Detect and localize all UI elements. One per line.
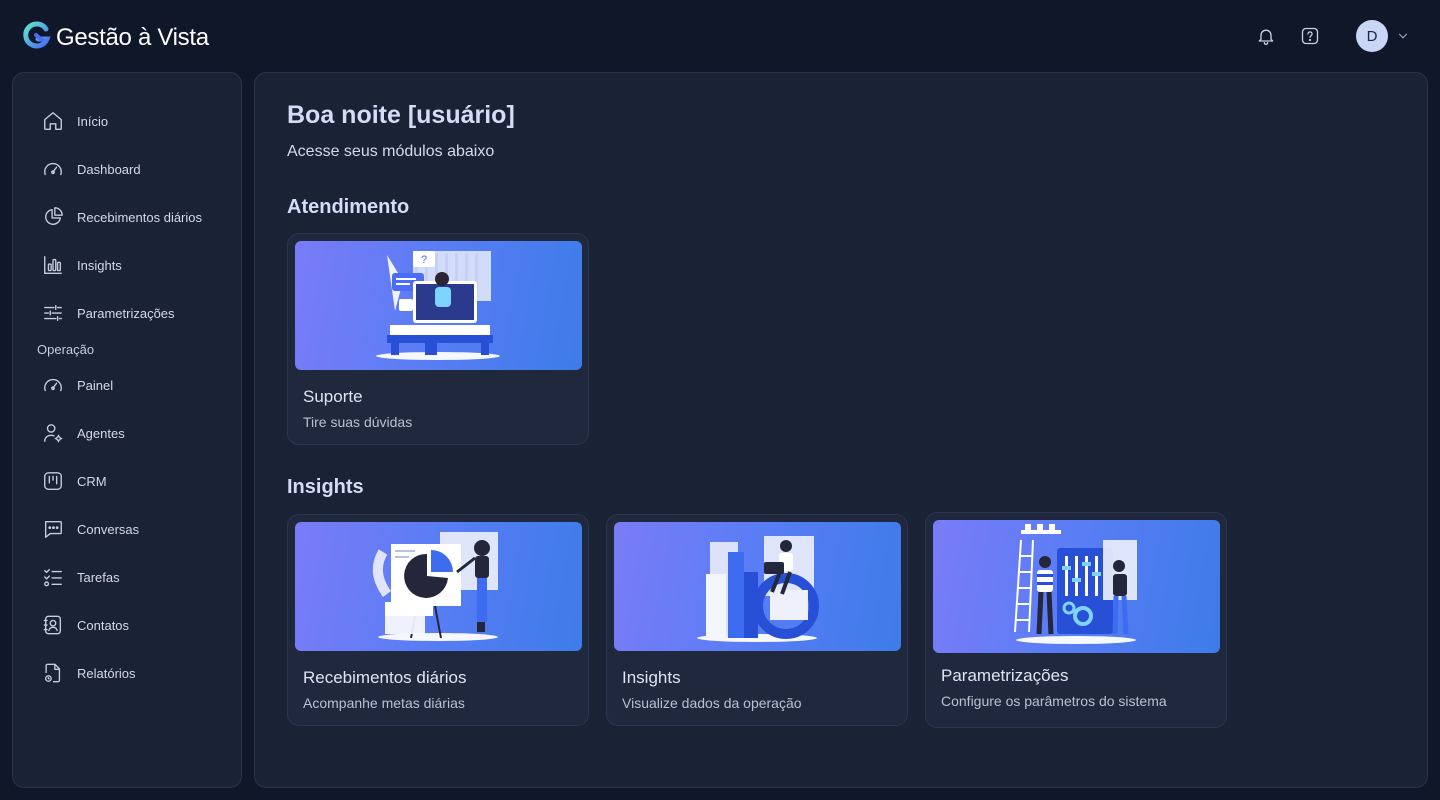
gauge-icon [41, 373, 65, 397]
sidebar-item-contatos[interactable]: Contatos [13, 601, 241, 649]
configuration-illustration [933, 520, 1220, 653]
page-subtitle: Acesse seus módulos abaixo [287, 143, 495, 160]
section-title-atendimento: Atendimento [287, 196, 410, 218]
help-icon[interactable] [1294, 20, 1326, 52]
module-card-recebimentos[interactable]: Recebimentos diários Acompanhe metas diá… [287, 514, 589, 726]
logo-icon [22, 20, 52, 55]
app-logo[interactable]: Gestão à Vista [22, 20, 209, 55]
sidebar-item-crm[interactable]: CRM [13, 457, 241, 505]
svg-text:?: ? [421, 254, 427, 266]
sidebar-item-agentes[interactable]: Agentes [13, 409, 241, 457]
report-icon [41, 661, 65, 685]
sidebar-item-relatorios[interactable]: Relatórios [13, 649, 241, 697]
module-card-suporte[interactable]: ? Suporte Tire suas dúvidas [287, 233, 589, 445]
card-description: Tire suas dúvidas [303, 414, 413, 430]
chat-icon [41, 517, 65, 541]
home-icon [41, 109, 65, 133]
chevron-down-icon[interactable] [1396, 29, 1410, 43]
card-description: Configure os parâmetros do sistema [941, 693, 1167, 709]
card-description: Acompanhe metas diárias [303, 695, 465, 711]
sidebar-item-insights[interactable]: Insights [13, 241, 241, 289]
pie-chart-presentation-illustration [295, 522, 582, 651]
card-title: Parametrizações [941, 666, 1069, 685]
contacts-icon [41, 613, 65, 637]
card-title: Recebimentos diários [303, 668, 467, 687]
sidebar-item-recebimentos[interactable]: Recebimentos diários [13, 193, 241, 241]
module-card-parametrizacoes[interactable]: Parametrizações Configure os parâmetros … [925, 512, 1227, 728]
support-illustration: ? [295, 241, 582, 370]
sidebar-item-tarefas[interactable]: Tarefas [13, 553, 241, 601]
notifications-bell-icon[interactable] [1250, 20, 1282, 52]
sidebar-item-painel[interactable]: Painel [13, 361, 241, 409]
sidebar-item-inicio[interactable]: Início [13, 97, 241, 145]
user-gear-icon [41, 421, 65, 445]
sidebar-item-label: Conversas [77, 521, 140, 537]
card-description: Visualize dados da operação [622, 695, 802, 711]
main-content: Boa noite [usuário] Acesse seus módulos … [254, 72, 1428, 788]
kanban-icon [41, 469, 65, 493]
app-name: Gestão à Vista [56, 23, 209, 51]
sidebar: Início Dashboard Recebimentos diários In… [12, 72, 242, 788]
user-avatar[interactable]: D [1356, 20, 1388, 52]
sidebar-item-label: Insights [77, 257, 122, 273]
gauge-icon [41, 157, 65, 181]
sidebar-item-label: CRM [77, 473, 107, 489]
sidebar-item-conversas[interactable]: Conversas [13, 505, 241, 553]
bar-chart-icon [41, 253, 65, 277]
sidebar-item-label: Agentes [77, 425, 125, 441]
sidebar-item-label: Início [77, 113, 109, 129]
card-title: Suporte [303, 387, 363, 406]
pie-chart-icon [41, 205, 65, 229]
top-bar: Gestão à Vista D [0, 0, 1440, 72]
sidebar-section-operacao: Operação [37, 341, 95, 357]
sidebar-item-label: Recebimentos diários [77, 209, 203, 225]
sidebar-item-parametrizacoes[interactable]: Parametrizações [13, 289, 241, 337]
sidebar-item-dashboard[interactable]: Dashboard [13, 145, 241, 193]
checklist-icon [41, 565, 65, 589]
sidebar-item-label: Relatórios [77, 665, 136, 681]
sliders-icon [41, 301, 65, 325]
data-analysis-illustration [614, 522, 901, 651]
sidebar-item-label: Dashboard [77, 161, 141, 177]
module-card-insights[interactable]: Insights Visualize dados da operação [606, 514, 908, 726]
page-title: Boa noite [usuário] [287, 101, 515, 129]
sidebar-item-label: Contatos [77, 617, 130, 633]
sidebar-item-label: Parametrizações [77, 305, 175, 321]
card-title: Insights [622, 668, 681, 687]
section-title-insights: Insights [287, 476, 364, 498]
sidebar-item-label: Painel [77, 377, 114, 393]
sidebar-item-label: Tarefas [77, 569, 120, 585]
